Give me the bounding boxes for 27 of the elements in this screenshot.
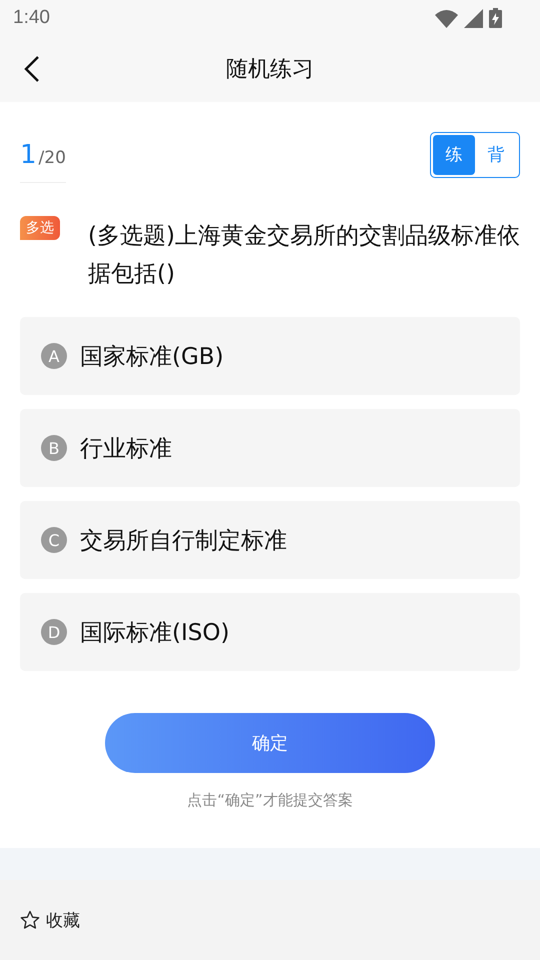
option-letter: A bbox=[41, 343, 67, 369]
option-text: 交易所自行制定标准 bbox=[80, 526, 287, 556]
question-type-tag: 多选 bbox=[20, 216, 60, 240]
page-title: 随机练习 bbox=[226, 57, 314, 82]
mode-tab[interactable]: 练 bbox=[433, 134, 475, 174]
signal-icon bbox=[464, 8, 483, 28]
question-total: /20 bbox=[38, 148, 66, 168]
option-text: 行业标准 bbox=[80, 434, 172, 464]
answer-option[interactable]: D 国际标准(ISO) bbox=[20, 593, 520, 671]
option-text: 国家标准(GB) bbox=[80, 342, 224, 372]
option-text: 国际标准(ISO) bbox=[80, 618, 230, 648]
answer-option[interactable]: C 交易所自行制定标准 bbox=[20, 501, 520, 579]
status-time: 1:40 bbox=[13, 7, 50, 29]
battery-icon bbox=[489, 8, 502, 28]
current-question-number: 1 bbox=[20, 140, 37, 170]
question-text: (多选题)上海黄金交易所的交割品级标准依据包括() bbox=[88, 222, 520, 289]
answer-option[interactable]: A 国家标准(GB) bbox=[20, 317, 520, 395]
back-icon[interactable] bbox=[22, 55, 42, 83]
answer-option[interactable]: B 行业标准 bbox=[20, 409, 520, 487]
star-icon bbox=[20, 910, 40, 930]
confirm-button[interactable]: 确定 bbox=[105, 713, 435, 773]
option-letter: C bbox=[41, 527, 67, 553]
option-letter: B bbox=[41, 435, 67, 461]
wifi-icon bbox=[435, 8, 458, 28]
option-letter: D bbox=[41, 619, 67, 645]
favorite-button[interactable]: 收藏 bbox=[20, 908, 80, 932]
hint-text: 点击“确定”才能提交答案 bbox=[187, 791, 353, 810]
